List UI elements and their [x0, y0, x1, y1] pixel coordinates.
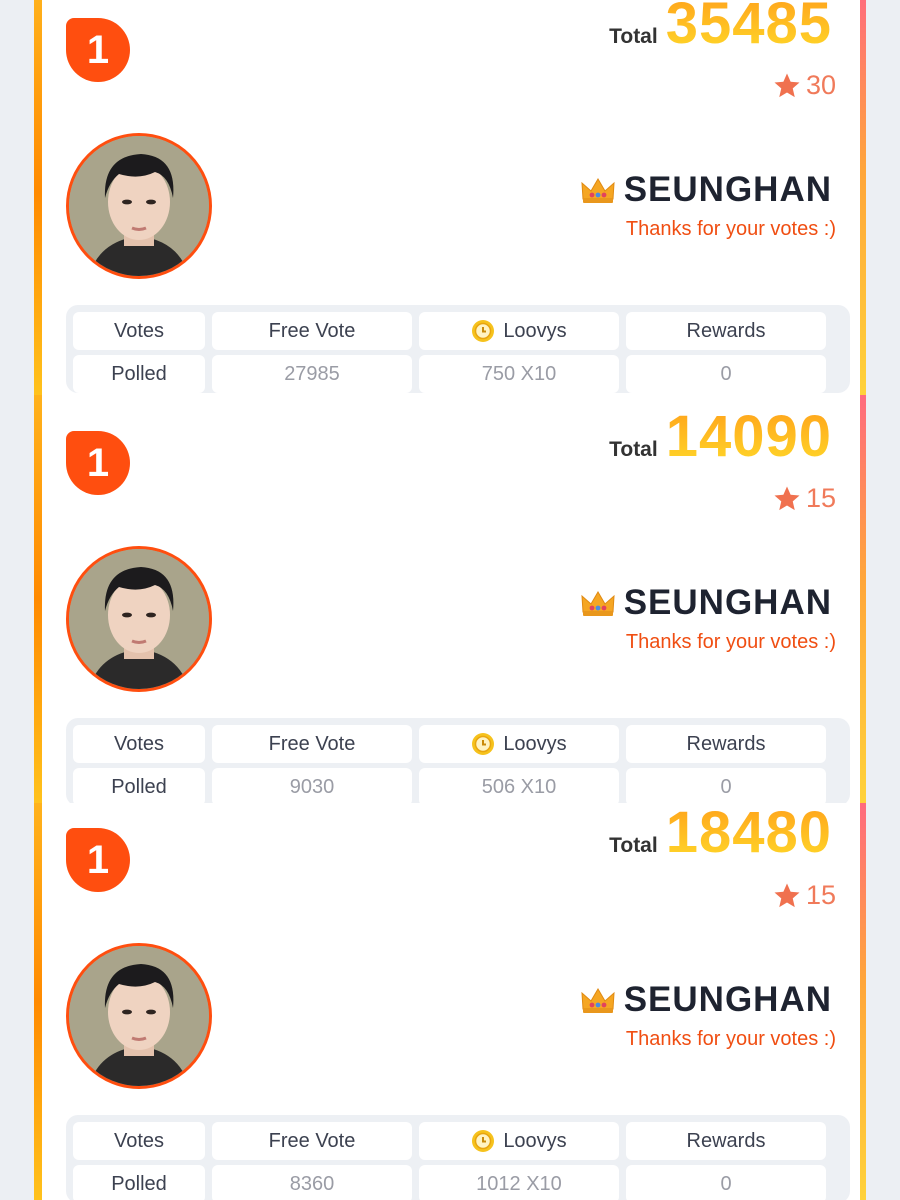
header-rewards: Rewards [626, 1122, 826, 1160]
header-loovys: Loovys [419, 1122, 619, 1160]
artist-name-text: SEUNGHAN [623, 980, 832, 1019]
header-rewards: Rewards [626, 312, 826, 350]
star-value: 30 [805, 70, 836, 100]
thanks-message: Thanks for your votes :) [625, 1028, 836, 1050]
row-label-polled: Polled [73, 1165, 205, 1200]
crown-icon [581, 591, 615, 616]
vote-card: 1 Total 35485 30 SEUNGHAN Thanks for you… [34, 0, 866, 395]
header-votes: Votes [73, 312, 205, 350]
artist-name-text: SEUNGHAN [623, 170, 832, 209]
total-votes: Total 35485 [609, 0, 832, 57]
card-right-accent [860, 803, 866, 1200]
rank-badge: 1 [66, 18, 130, 82]
stats-value-row: Polled 9030 506 X10 0 [73, 768, 843, 803]
vote-stats-table: Votes Free Vote Loovys Rewards Polled 90… [66, 718, 850, 803]
rank-badge: 1 [66, 828, 130, 892]
artist-name: SEUNGHAN [580, 980, 832, 1020]
coin-icon [472, 1130, 495, 1152]
header-votes: Votes [73, 725, 205, 763]
header-loovys: Loovys [419, 725, 619, 763]
vote-card: 1 Total 18480 15 SEUNGHAN Thanks for you… [34, 803, 866, 1200]
card-right-accent [860, 395, 866, 803]
star-value: 15 [805, 880, 836, 910]
loovys-value: 750 X10 [419, 355, 619, 393]
star-count: 15 [772, 483, 836, 514]
loovys-value: 506 X10 [419, 768, 619, 803]
stats-value-row: Polled 27985 750 X10 0 [73, 355, 843, 393]
total-label: Total [609, 438, 658, 461]
vote-stats-table: Votes Free Vote Loovys Rewards Polled 83… [66, 1115, 850, 1200]
rank-number: 1 [86, 27, 110, 72]
artist-name: SEUNGHAN [580, 583, 832, 623]
rewards-value: 0 [626, 768, 826, 803]
avatar[interactable] [66, 546, 212, 692]
avatar[interactable] [66, 133, 212, 279]
star-icon [774, 883, 800, 907]
artist-name: SEUNGHAN [580, 170, 832, 210]
free-vote-value: 27985 [212, 355, 412, 393]
coin-icon [472, 733, 495, 755]
header-rewards: Rewards [626, 725, 826, 763]
stats-header-row: Votes Free Vote Loovys Rewards [73, 1122, 843, 1160]
stats-value-row: Polled 8360 1012 X10 0 [73, 1165, 843, 1200]
row-label-polled: Polled [73, 768, 205, 803]
card-left-accent [34, 395, 42, 803]
total-votes: Total 14090 [609, 403, 832, 470]
loovys-value: 1012 X10 [419, 1165, 619, 1200]
star-icon [774, 486, 800, 510]
card-left-accent [34, 803, 42, 1200]
star-count: 15 [772, 880, 836, 911]
card-right-accent [860, 0, 866, 395]
avatar[interactable] [66, 943, 212, 1089]
crown-icon [581, 988, 615, 1013]
crown-icon [581, 178, 615, 203]
artist-name-text: SEUNGHAN [623, 583, 832, 622]
rank-badge: 1 [66, 431, 130, 495]
avatar-photo [69, 549, 209, 689]
avatar-photo [69, 946, 209, 1086]
rank-number: 1 [86, 440, 110, 485]
total-votes: Total 18480 [609, 803, 832, 866]
total-label: Total [609, 834, 658, 857]
thanks-message: Thanks for your votes :) [625, 631, 836, 653]
stats-header-row: Votes Free Vote Loovys Rewards [73, 312, 843, 350]
star-icon [774, 73, 800, 97]
star-value: 15 [805, 483, 836, 513]
free-vote-value: 9030 [212, 768, 412, 803]
header-loovys-label: Loovys [503, 732, 567, 755]
header-free-vote: Free Vote [212, 312, 412, 350]
vote-stats-table: Votes Free Vote Loovys Rewards Polled 27… [66, 305, 850, 393]
thanks-message: Thanks for your votes :) [625, 218, 836, 240]
total-label: Total [609, 25, 658, 48]
header-loovys-label: Loovys [503, 319, 567, 342]
vote-card: 1 Total 14090 15 SEUNGHAN Thanks for you… [34, 395, 866, 803]
rewards-value: 0 [626, 1165, 826, 1200]
header-free-vote: Free Vote [212, 1122, 412, 1160]
coin-icon [472, 320, 495, 342]
rewards-value: 0 [626, 355, 826, 393]
total-value: 18480 [666, 803, 832, 866]
total-value: 35485 [666, 0, 832, 57]
stats-header-row: Votes Free Vote Loovys Rewards [73, 725, 843, 763]
rank-number: 1 [86, 837, 110, 882]
row-label-polled: Polled [73, 355, 205, 393]
header-loovys: Loovys [419, 312, 619, 350]
avatar-photo [69, 136, 209, 276]
header-free-vote: Free Vote [212, 725, 412, 763]
total-value: 14090 [665, 404, 832, 469]
free-vote-value: 8360 [212, 1165, 412, 1200]
header-loovys-label: Loovys [503, 1129, 567, 1152]
card-left-accent [34, 0, 42, 395]
star-count: 30 [772, 70, 836, 101]
header-votes: Votes [73, 1122, 205, 1160]
